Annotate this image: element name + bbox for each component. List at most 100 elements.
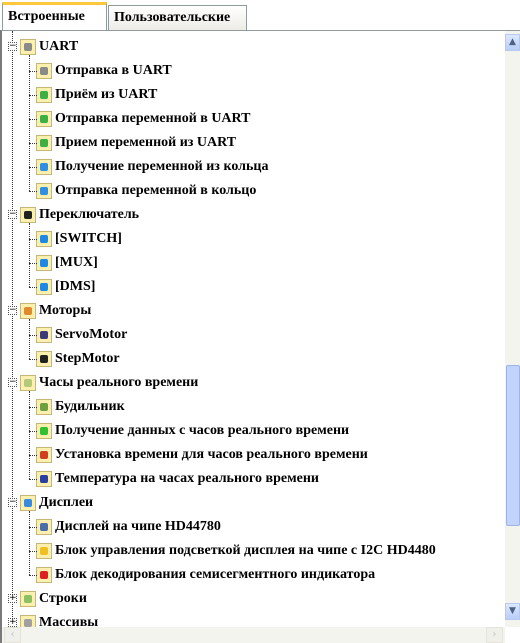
tree-connector [29,167,37,168]
tree-connector [29,335,37,336]
tree-item[interactable]: Прием переменной из UART [36,131,236,155]
clock-folder-icon [20,375,36,391]
tree-connector [29,479,37,480]
tree-item[interactable]: Приём из UART [36,83,157,107]
ring-send-icon [36,183,52,199]
item-label: Дисплей на чипе HD44780 [55,519,221,534]
tree-item[interactable]: Блок управления подсветкой дисплея на чи… [36,539,436,563]
item-label: Блок управления подсветкой дисплея на чи… [55,543,436,558]
displays-folder-icon [20,495,36,511]
ring-get-icon [36,159,52,175]
tree-connector [29,95,37,96]
category-label: Моторы [39,303,92,318]
item-label: Получение данных с часов реального време… [55,423,350,438]
dms-icon [36,279,52,295]
item-label: Получение переменной из кольца [55,159,269,174]
tree-item[interactable]: Дисплей на чипе HD44780 [36,515,221,539]
tree-category[interactable]: Моторы [20,299,91,323]
tree-connector [29,391,30,479]
tree-connector [29,71,37,72]
arrays-folder-icon [20,615,36,627]
tree-connector [29,143,37,144]
motors-folder-icon [20,303,36,319]
tree-item[interactable]: Отправка переменной в UART [36,107,251,131]
category-label: Переключатель [39,207,140,222]
tree-connector [29,287,37,288]
item-label: Отправка в UART [55,63,172,78]
tree-category[interactable]: Часы реального времени [20,371,198,395]
tree-item[interactable]: Будильник [36,395,125,419]
item-label: Отправка переменной в UART [55,111,251,126]
uart-receive-icon [36,87,52,103]
tree-item[interactable]: StepMotor [36,347,120,371]
item-label: ServoMotor [55,327,128,342]
collapse-toggle[interactable]: − [8,498,17,507]
tree-item[interactable]: [SWITCH] [36,227,122,251]
uart-send-variable-icon [36,111,52,127]
tab-custom[interactable]: Пользовательские [108,5,247,31]
tree-connector [29,359,37,360]
tree-item[interactable]: [DMS] [36,275,95,299]
category-label: Массивы [39,615,99,627]
strings-folder-icon [20,591,36,607]
tree-item[interactable]: ServoMotor [36,323,127,347]
switch-icon [36,231,52,247]
item-label: Установка времени для часов реального вр… [55,447,368,462]
tree-category[interactable]: Массивы [20,611,98,627]
collapse-toggle[interactable]: − [8,210,17,219]
uart-send-icon [36,63,52,79]
tree-connector [29,431,37,432]
tree-category[interactable]: Переключатель [20,203,139,227]
tree-item[interactable]: Температура на часах реального времени [36,467,319,491]
tree-item[interactable]: [MUX] [36,251,98,275]
tree-connector [29,527,37,528]
item-label: [SWITCH] [55,231,122,246]
uart-folder-icon [20,39,36,55]
tree-connector [29,223,30,287]
servo-icon [36,327,52,343]
item-label: [MUX] [55,255,98,270]
expand-toggle[interactable]: + [8,594,17,603]
scroll-down-button[interactable]: ▼ [505,603,520,620]
collapse-toggle[interactable]: − [8,306,17,315]
item-label: [DMS] [55,279,96,294]
collapse-toggle[interactable]: − [8,42,17,51]
tree-category[interactable]: Строки [20,587,87,611]
bulb-icon [36,543,52,559]
vertical-scrollbar[interactable]: ▲ ▼ [505,31,520,627]
item-label: Блок декодирования семисегментного индик… [55,567,376,582]
tree-item[interactable]: Получение данных с часов реального време… [36,419,349,443]
tree-category[interactable]: Дисплеи [20,491,93,515]
scroll-thumb[interactable] [506,365,520,526]
expand-toggle[interactable]: + [8,618,17,627]
gear-icon [36,351,52,367]
tree-item[interactable]: Отправка в UART [36,59,172,83]
item-label: StepMotor [55,351,120,366]
tab-builtin[interactable]: Встроенные [2,2,107,31]
tree-connector [29,191,37,192]
horizontal-scrollbar[interactable]: ‹ › [2,627,505,643]
tree-root-connector [12,31,13,627]
clock-get-icon [36,423,52,439]
scroll-up-button[interactable]: ▲ [505,34,520,51]
category-label: Строки [39,591,87,606]
scroll-right-button[interactable]: › [486,627,503,643]
tree-item[interactable]: Блок декодирования семисегментного индик… [36,563,375,587]
item-label: Будильник [55,399,125,414]
scroll-left-button[interactable]: ‹ [4,627,21,643]
mux-icon [36,255,52,271]
block-tree: UART − Отправка в UART Приём из UART Отправк… [2,31,505,627]
tree-item[interactable]: Установка времени для часов реального вр… [36,443,368,467]
temperature-icon [36,471,52,487]
category-label: UART [39,39,79,54]
tree-item[interactable]: Получение переменной из кольца [36,155,268,179]
tree-item[interactable]: Отправка переменной в кольцо [36,179,256,203]
switch-folder-icon [20,207,36,223]
category-label: Дисплеи [39,495,94,510]
collapse-toggle[interactable]: − [8,378,17,387]
tree-connector [29,511,30,575]
uart-receive-variable-icon [36,135,52,151]
item-label: Приём из UART [55,87,158,102]
tree-connector [29,263,37,264]
tree-connector [29,119,37,120]
